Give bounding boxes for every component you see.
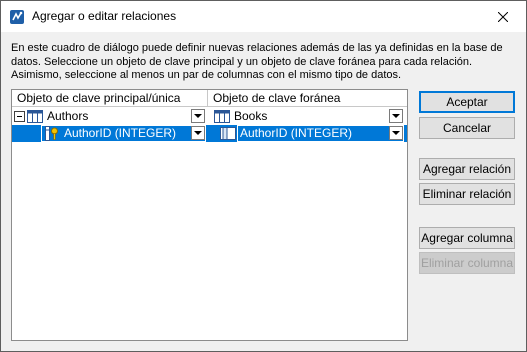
table-icon <box>214 110 230 124</box>
column-header-primary[interactable]: Objeto de clave principal/única <box>12 90 208 106</box>
primary-object-label: Authors <box>47 109 89 123</box>
chevron-down-icon[interactable] <box>191 109 205 123</box>
cancel-button[interactable]: Cancelar <box>419 117 515 139</box>
chevron-down-icon[interactable] <box>191 126 205 140</box>
table-header: Objeto de clave principal/única Objeto d… <box>12 90 407 107</box>
table-row[interactable]: Authors Books <box>12 108 407 125</box>
add-relation-button[interactable]: Agregar relación <box>419 158 515 180</box>
foreign-column-label: AuthorID (INTEGER) <box>240 126 353 140</box>
title-bar: Agregar o editar relaciones <box>1 1 526 32</box>
column-icon <box>220 127 236 141</box>
relations-table: Objeto de clave principal/única Objeto d… <box>11 89 408 341</box>
key-column-icon <box>44 126 60 141</box>
dialog-description: En este cuadro de diálogo puede definir … <box>11 42 503 81</box>
chevron-down-icon[interactable] <box>389 126 403 140</box>
primary-column-cell[interactable]: AuthorID (INTEGER) <box>12 125 208 142</box>
add-column-button[interactable]: Agregar columna <box>419 227 515 249</box>
primary-object-cell[interactable]: Authors <box>12 108 208 125</box>
collapse-icon[interactable] <box>14 111 25 122</box>
close-button[interactable] <box>480 1 526 32</box>
chevron-down-icon[interactable] <box>389 109 403 123</box>
foreign-object-cell[interactable]: Books <box>208 108 407 125</box>
primary-column-label: AuthorID (INTEGER) <box>64 126 177 140</box>
window-title: Agregar o editar relaciones <box>32 9 177 23</box>
accept-button[interactable]: Aceptar <box>419 91 515 113</box>
remove-relation-button[interactable]: Eliminar relación <box>419 183 515 205</box>
dialog-window: Agregar o editar relaciones En este cuad… <box>0 0 527 352</box>
foreign-column-cell[interactable]: AuthorID (INTEGER) <box>208 125 407 142</box>
remove-column-button[interactable]: Eliminar columna <box>419 252 515 274</box>
app-icon <box>9 9 25 25</box>
foreign-object-label: Books <box>234 109 268 123</box>
column-header-foreign[interactable]: Objeto de clave foránea <box>208 90 407 106</box>
close-icon <box>498 11 508 22</box>
table-icon <box>27 110 43 124</box>
table-row[interactable]: AuthorID (INTEGER) AuthorID (INTEGER) <box>12 125 407 142</box>
